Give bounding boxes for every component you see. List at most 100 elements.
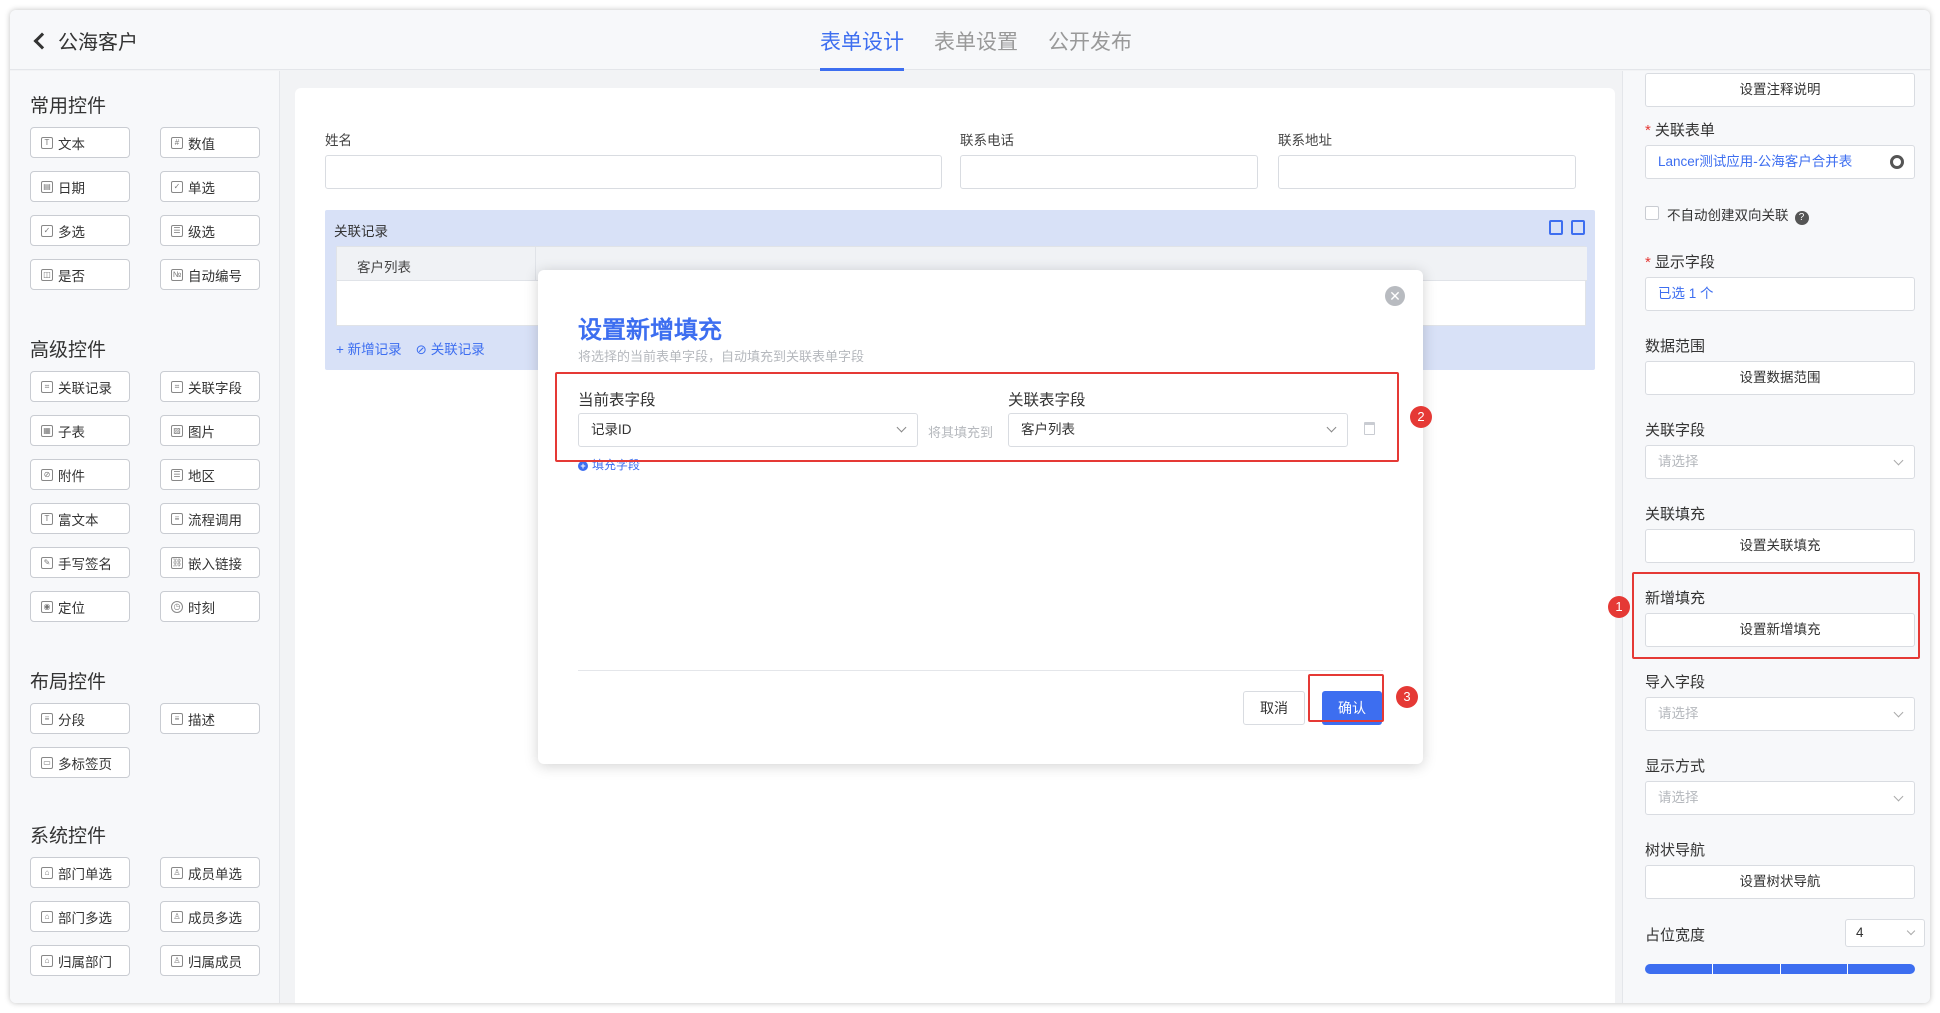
annotation-marker-3: 3 — [1396, 686, 1418, 708]
section-title-advanced: 高级控件 — [30, 340, 107, 361]
link-record-link[interactable]: ⊘ 关联记录 — [416, 338, 485, 358]
ctrl-subtable[interactable]: ▦ 子表 — [30, 415, 130, 446]
set-data-range-button[interactable]: 设置数据范围 — [1645, 361, 1915, 395]
description-icon: ≡ — [171, 712, 183, 725]
dialog-title: 设置新增填充 — [578, 317, 722, 344]
import-field-label: 导入字段 — [1645, 674, 1706, 691]
set-tree-nav-button[interactable]: 设置树状导航 — [1645, 865, 1915, 899]
set-rel-fill-button[interactable]: 设置关联填充 — [1645, 529, 1915, 563]
ctrl-radio[interactable]: ✓ 单选 — [160, 171, 260, 202]
width-label: 占位宽度 — [1645, 927, 1706, 944]
ctrl-dept-single[interactable]: ⌂ 部门单选 — [30, 857, 130, 888]
ctrl-checkbox[interactable]: ✓ 多选 — [30, 215, 130, 246]
header-tabs: 表单设计 表单设置 公开发布 — [820, 26, 1132, 71]
calendar-icon: ▤ — [41, 180, 53, 193]
ctrl-owner-member[interactable]: ♙ 归属成员 — [160, 945, 260, 976]
department-icon: ⌂ — [41, 866, 53, 879]
field-input-name[interactable] — [325, 155, 942, 189]
member-icon: ♙ — [171, 954, 183, 967]
cascade-icon: ☰ — [171, 224, 183, 237]
rel-form-select[interactable]: Lancer测试应用-公海客户合并表 — [1645, 145, 1915, 179]
ctrl-signature[interactable]: ✎ 手写签名 — [30, 547, 130, 578]
link-icon: ⊘ — [415, 342, 431, 357]
link-field-icon: ⌗ — [171, 380, 183, 393]
chevron-down-icon — [1893, 455, 1904, 466]
display-mode-select[interactable]: 请选择 — [1645, 781, 1915, 815]
app-title: 公海客户 — [58, 32, 138, 54]
cancel-button[interactable]: 取消 — [1243, 691, 1305, 725]
annotation-box-2 — [555, 372, 1399, 462]
gear-icon[interactable] — [1890, 155, 1904, 169]
set-note-button[interactable]: 设置注释说明 — [1645, 73, 1915, 107]
tab-form-design[interactable]: 表单设计 — [820, 26, 904, 71]
tab-publish[interactable]: 公开发布 — [1048, 26, 1132, 71]
copy-icon[interactable] — [1549, 220, 1563, 235]
section-title-common: 常用控件 — [30, 96, 107, 117]
signature-icon: ✎ — [41, 556, 53, 569]
toggle-icon: ◫ — [41, 268, 53, 281]
new-fill-dialog: ✕ 设置新增填充 将选择的当前表单字段，自动填充到关联表单字段 当前表字段 关联… — [538, 270, 1423, 764]
tree-nav-label: 树状导航 — [1645, 842, 1706, 859]
ctrl-date[interactable]: ▤ 日期 — [30, 171, 130, 202]
add-record-link[interactable]: + 新增记录 — [336, 338, 402, 358]
import-field-select[interactable]: 请选择 — [1645, 697, 1915, 731]
no-bidir-checkbox[interactable] — [1645, 206, 1659, 220]
ctrl-embed-link[interactable]: ⛓ 嵌入链接 — [160, 547, 260, 578]
app-window: 公海客户 表单设计 表单设置 公开发布 常用控件 T 文本 # 数值 ▤ 日期 ✓ 单选… — [10, 10, 1930, 1003]
width-slider[interactable] — [1645, 964, 1915, 974]
rel-field-label: 关联字段 — [1645, 422, 1706, 439]
ctrl-related-record[interactable]: ⌗ 关联记录 — [30, 371, 130, 402]
ctrl-description[interactable]: ≡ 描述 — [160, 703, 260, 734]
ctrl-flow-call[interactable]: ≡ 流程调用 — [160, 503, 260, 534]
ctrl-time[interactable]: ◷ 时刻 — [160, 591, 260, 622]
ctrl-number[interactable]: # 数值 — [160, 127, 260, 158]
ctrl-section[interactable]: ≡ 分段 — [30, 703, 130, 734]
ctrl-owner-dept[interactable]: ⌂ 归属部门 — [30, 945, 130, 976]
ctrl-dept-multi[interactable]: ⌂ 部门多选 — [30, 901, 130, 932]
clock-icon: ◷ — [171, 600, 183, 613]
member-icon: ♙ — [171, 910, 183, 923]
annotation-box-3 — [1308, 674, 1384, 722]
field-input-address[interactable] — [1278, 155, 1576, 189]
ctrl-cascade[interactable]: ☰ 级选 — [160, 215, 260, 246]
data-range-label: 数据范围 — [1645, 338, 1706, 355]
tab-form-settings[interactable]: 表单设置 — [934, 26, 1018, 71]
number-icon: # — [171, 136, 183, 149]
embed-link-icon: ⛓ — [171, 556, 183, 569]
rel-fill-label: 关联填充 — [1645, 506, 1706, 523]
rel-field-select[interactable]: 请选择 — [1645, 445, 1915, 479]
field-input-phone[interactable] — [960, 155, 1258, 189]
ctrl-related-field[interactable]: ⌗ 关联字段 — [160, 371, 260, 402]
ctrl-yesno[interactable]: ◫ 是否 — [30, 259, 130, 290]
rel-form-label: * 关联表单 — [1645, 122, 1715, 139]
section-title-layout: 布局控件 — [30, 672, 107, 693]
ctrl-region[interactable]: ☰ 地区 — [160, 459, 260, 490]
checkbox-icon: ✓ — [41, 224, 53, 237]
table-icon: ▦ — [41, 424, 53, 437]
section-icon: ≡ — [41, 712, 53, 725]
ctrl-richtext[interactable]: T 富文本 — [30, 503, 130, 534]
field-label-address: 联系地址 — [1278, 133, 1332, 148]
ctrl-autonumber[interactable]: № 自动编号 — [160, 259, 260, 290]
chevron-down-icon — [1893, 791, 1904, 802]
ctrl-image[interactable]: ▨ 图片 — [160, 415, 260, 446]
ctrl-member-single[interactable]: ♙ 成员单选 — [160, 857, 260, 888]
related-table-column: 客户列表 — [357, 260, 411, 275]
ctrl-multi-tab[interactable]: ▭ 多标签页 — [30, 747, 130, 778]
tabs-icon: ▭ — [41, 756, 53, 769]
ctrl-text[interactable]: T 文本 — [30, 127, 130, 158]
ctrl-member-multi[interactable]: ♙ 成员多选 — [160, 901, 260, 932]
richtext-icon: T — [41, 512, 53, 525]
annotation-marker-2: 2 — [1410, 406, 1432, 428]
close-icon[interactable]: ✕ — [1385, 286, 1405, 306]
ctrl-attachment[interactable]: ⊘ 附件 — [30, 459, 130, 490]
back-button[interactable]: 公海客户 — [30, 26, 138, 55]
ctrl-location[interactable]: ◉ 定位 — [30, 591, 130, 622]
chevron-left-icon — [33, 32, 51, 49]
annotation-box-1 — [1632, 572, 1920, 659]
display-field-select[interactable]: 已选 1 个 — [1645, 277, 1915, 311]
width-select[interactable]: 4 — [1845, 919, 1925, 947]
field-label-name: 姓名 — [325, 133, 352, 148]
trash-icon[interactable] — [1571, 220, 1585, 235]
help-icon[interactable]: ? — [1794, 211, 1809, 225]
